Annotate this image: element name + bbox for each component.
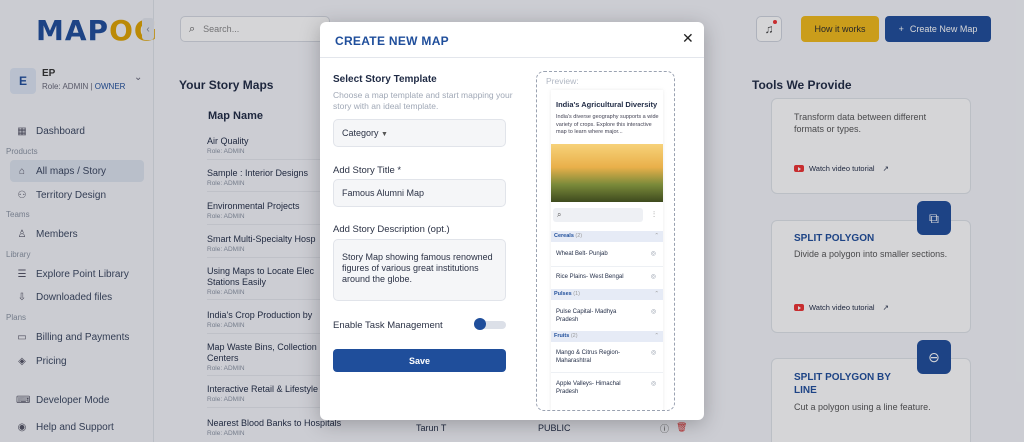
preview-filter-icon: ⫶ <box>653 210 655 219</box>
preview-separator <box>551 266 663 267</box>
info-icon: ◎ <box>651 309 657 315</box>
preview-category: Pulses (1) ⌃ <box>551 289 663 300</box>
story-description-textarea[interactable]: Story Map showing famous renowned figure… <box>333 239 506 301</box>
chevron-up-icon: ⌃ <box>654 333 659 339</box>
info-icon: ◎ <box>651 381 657 387</box>
story-title-input[interactable]: Famous Alumni Map <box>333 179 506 207</box>
caret-down-icon: ▼ <box>381 131 388 138</box>
template-preview: Preview: India's Agricultural Diversity … <box>536 71 675 411</box>
chevron-up-icon: ⌃ <box>654 291 659 297</box>
create-new-map-modal: CREATE NEW MAP ✕ Select Story Template C… <box>320 22 704 420</box>
preview-separator <box>551 372 663 373</box>
task-management-label: Enable Task Management <box>333 320 443 331</box>
preview-category: Fruits (2) ⌃ <box>551 331 663 342</box>
preview-list-item: Apple Valleys- Himachal Pradesh <box>556 381 621 395</box>
preview-title: India's Agricultural Diversity <box>556 100 658 109</box>
preview-card: India's Agricultural Diversity India's d… <box>551 90 663 410</box>
info-icon: ◎ <box>651 350 657 356</box>
template-subtext: Choose a map template and start mapping … <box>333 90 513 111</box>
preview-list-item: Mango & Citrus Region- Maharashtral <box>556 350 621 364</box>
preview-list-item: Wheat Belt- Punjab ◎ <box>556 251 656 257</box>
preview-list-item: Pulse Capital- Madhya Pradesh <box>556 309 617 323</box>
modal-title: CREATE NEW MAP <box>335 34 449 48</box>
modal-divider <box>320 57 704 58</box>
preview-description: India's diverse geography supports a wid… <box>556 114 659 135</box>
save-button[interactable]: Save <box>333 349 506 372</box>
info-icon: ◎ <box>650 251 656 257</box>
preview-category: Cereals (2) ⌃ <box>551 231 663 242</box>
chevron-up-icon: ⌃ <box>654 233 659 239</box>
info-icon: ◎ <box>650 274 656 280</box>
preview-label: Preview: <box>546 76 579 86</box>
category-select[interactable]: Category ▼ <box>333 119 506 147</box>
description-label: Add Story Description (opt.) <box>333 224 450 235</box>
toggle-knob <box>474 318 486 330</box>
preview-search-icon: ⌕ <box>553 208 643 222</box>
template-heading: Select Story Template <box>333 74 437 85</box>
title-label: Add Story Title * <box>333 165 402 176</box>
preview-list-item: Rice Plains- West Bengal ◎ <box>556 274 656 280</box>
preview-image <box>551 144 663 202</box>
task-management-toggle[interactable] <box>474 318 506 330</box>
close-icon[interactable]: ✕ <box>682 30 694 47</box>
